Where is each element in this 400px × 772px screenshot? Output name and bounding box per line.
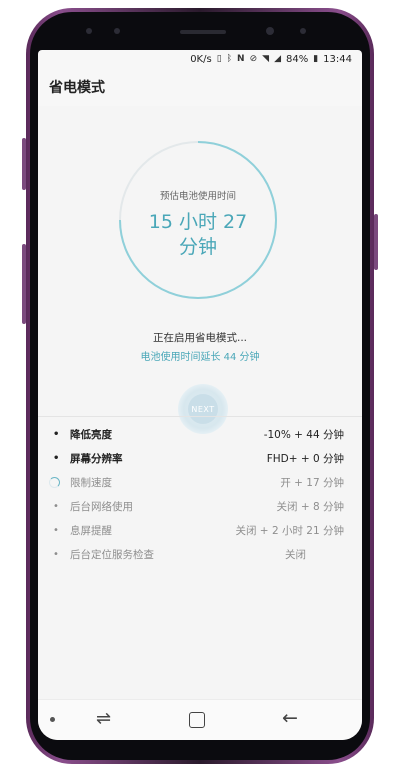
sensor-dot (86, 28, 92, 34)
list-item-background-network: • 后台网络使用 关闭 + 8 分钟 (38, 494, 362, 518)
bixby-button (22, 244, 26, 324)
power-saving-content: 预估电池使用时间 15 小时 27 分钟 正在启用省电模式... 电池使用时间延… (38, 106, 362, 702)
navigation-bar: ⇌ ← (38, 699, 362, 740)
enabling-status: 正在启用省电模式... (152, 332, 247, 344)
list-item-brightness: • 降低亮度 -10% + 44 分钟 (38, 422, 362, 446)
optimization-list: • 降低亮度 -10% + 44 分钟 • 屏幕分辨率 FHD+ + 0 分钟 … (38, 422, 362, 566)
item-label: 后台网络使用 (70, 501, 133, 513)
battery-percent: 84% (285, 53, 309, 65)
list-item-resolution: • 屏幕分辨率 FHD+ + 0 分钟 (38, 446, 362, 470)
extension-text: 电池使用时间延长 44 分钟 (140, 352, 260, 363)
bluetooth-icon: ᛒ (226, 54, 233, 64)
estimate-label: 预估电池使用时间 (159, 191, 236, 202)
back-arrow-icon[interactable]: ← (282, 707, 298, 729)
sensor-dot (300, 28, 306, 34)
home-icon[interactable] (189, 712, 205, 728)
bullet-icon: • (53, 429, 60, 440)
sensor-dot (114, 28, 120, 34)
bullet-icon: • (53, 501, 59, 512)
item-label: 降低亮度 (70, 429, 112, 441)
network-speed: 0K/s (190, 53, 212, 65)
estimate-time: 15 小时 27 分钟 (116, 210, 280, 260)
recent-apps-icon[interactable]: ⇌ (96, 708, 111, 729)
signal-icon: ◢ (274, 54, 281, 64)
status-bar: 0K/s ▯ ᛒ N ⊘ ◥ ◢ 84% ▮ 13:44 (38, 50, 362, 68)
estimate-time-line1: 15 小时 27 (148, 211, 248, 233)
item-value: 关闭 (285, 549, 306, 561)
no-sim-icon: ⊘ (249, 54, 258, 64)
nav-dot-icon[interactable] (50, 717, 55, 722)
wifi-icon: ◥ (262, 54, 270, 64)
front-camera (266, 27, 274, 35)
item-value: -10% + 44 分钟 (263, 429, 344, 441)
earpiece-speaker (180, 30, 226, 34)
item-value: 关闭 + 8 分钟 (276, 501, 345, 513)
item-value: FHD+ + 0 分钟 (266, 453, 344, 465)
item-label: 屏幕分辨率 (70, 453, 123, 465)
volume-up-button (22, 138, 26, 190)
bullet-icon: • (53, 525, 59, 536)
power-button (374, 214, 378, 270)
item-label: 息屏提醒 (70, 525, 112, 537)
list-item-location-check: • 后台定位服务检查 关闭 (38, 542, 362, 566)
divider (38, 416, 362, 417)
item-label: 后台定位服务检查 (70, 549, 154, 561)
vibrate-icon: ▯ (216, 54, 222, 64)
clock: 13:44 (323, 53, 352, 65)
loading-spinner-icon (49, 477, 60, 488)
estimate-time-line2: 分钟 (178, 236, 217, 258)
battery-icon: ▮ (313, 54, 319, 64)
item-label: 限制速度 (70, 477, 112, 489)
bullet-icon: • (53, 453, 60, 464)
next-button-label: NEXT (188, 394, 218, 424)
list-item-always-on-display: • 息屏提醒 关闭 + 2 小时 21 分钟 (38, 518, 362, 542)
battery-estimate-ring: 预估电池使用时间 15 小时 27 分钟 (116, 138, 280, 302)
page-title: 省电模式 (49, 80, 105, 96)
list-item-speed-limit: 限制速度 开 + 17 分钟 (38, 470, 362, 494)
bullet-icon: • (53, 549, 59, 560)
item-value: 关闭 + 2 小时 21 分钟 (235, 525, 344, 537)
item-value: 开 + 17 分钟 (280, 477, 344, 489)
screen: 0K/s ▯ ᛒ N ⊘ ◥ ◢ 84% ▮ 13:44 省电模式 预估电池使用… (38, 50, 362, 740)
nfc-icon: N (237, 54, 245, 64)
